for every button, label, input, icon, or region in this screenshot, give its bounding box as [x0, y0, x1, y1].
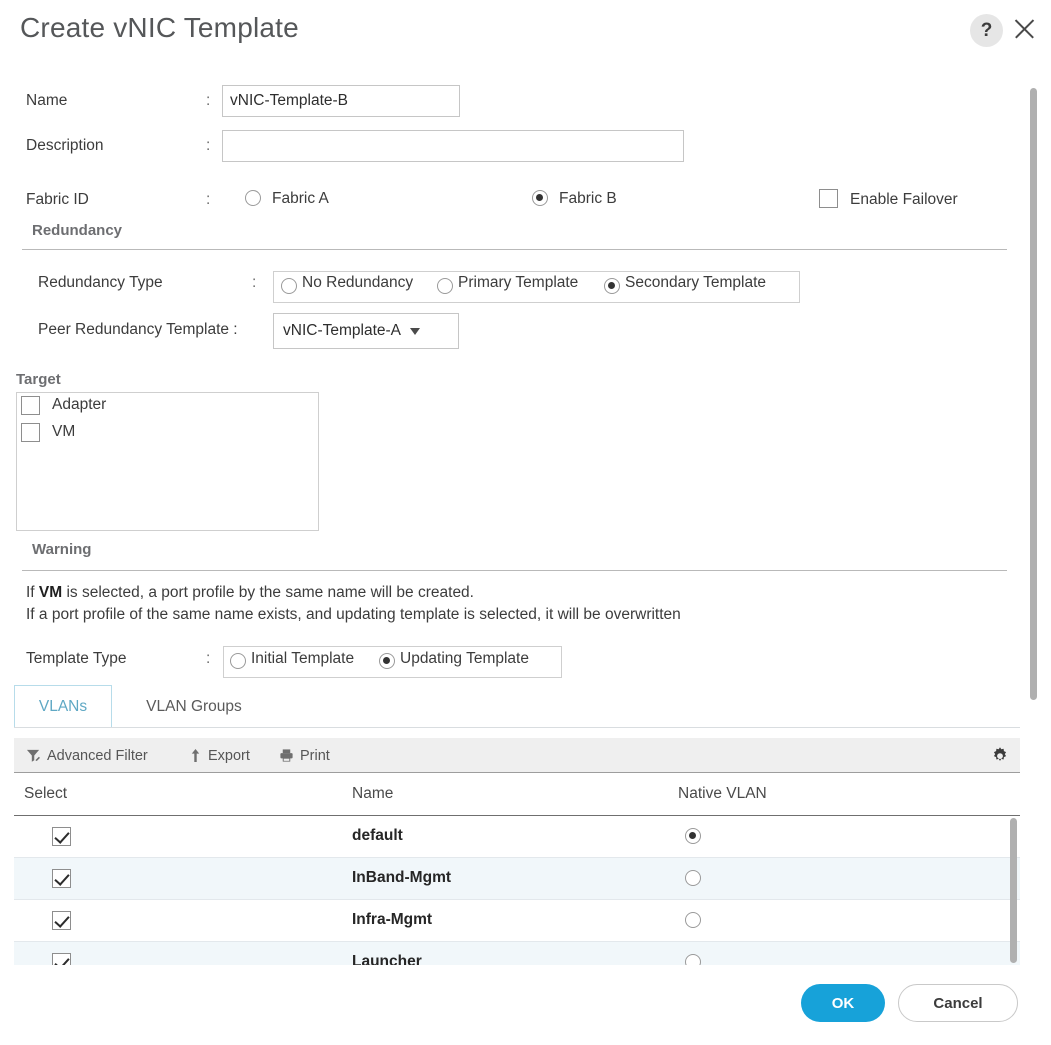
- row-name: default: [352, 827, 403, 844]
- target-section-title: Target: [16, 371, 61, 388]
- radio-fabric-a[interactable]: [245, 190, 261, 206]
- page-title: Create vNIC Template: [20, 12, 299, 43]
- advanced-filter-label: Advanced Filter: [47, 747, 148, 764]
- close-icon[interactable]: [1009, 14, 1039, 44]
- fabric-id-label: Fabric ID: [26, 191, 89, 208]
- peer-redundancy-template-label: Peer Redundancy Template :: [38, 321, 238, 338]
- filter-icon: [26, 749, 40, 762]
- radio-fabric-b-label: Fabric B: [559, 190, 617, 207]
- table-header: Select Name Native VLAN: [14, 774, 1020, 816]
- row-select-checkbox[interactable]: [52, 827, 71, 846]
- radio-secondary-template-label: Secondary Template: [625, 274, 767, 291]
- peer-redundancy-template-value: vNIC-Template-A: [283, 322, 401, 339]
- name-colon: :: [206, 92, 211, 109]
- vlan-table-body: default InBand-Mgmt Infra-Mgmt Launcher: [14, 816, 1020, 965]
- enable-failover-label: Enable Failover: [850, 191, 958, 208]
- template-type-label: Template Type: [26, 650, 127, 667]
- export-label: Export: [208, 747, 250, 764]
- printer-icon: [280, 749, 293, 762]
- row-name: Infra-Mgmt: [352, 911, 433, 928]
- print-label: Print: [300, 747, 330, 764]
- create-vnic-template-dialog: Create vNIC Template ? Name : Descriptio…: [0, 0, 1051, 1045]
- name-label: Name: [26, 92, 68, 109]
- description-input[interactable]: [222, 130, 684, 162]
- table-row[interactable]: Launcher: [14, 942, 1020, 965]
- redundancy-type-label: Redundancy Type: [38, 274, 163, 291]
- row-native-vlan-radio[interactable]: [685, 828, 701, 844]
- warning-line-1-bold: VM: [38, 584, 63, 601]
- column-header-select: Select: [24, 785, 68, 802]
- checkbox-target-vm[interactable]: [21, 423, 40, 442]
- dialog-titlebar: Create vNIC Template ?: [0, 0, 1051, 64]
- target-adapter-label: Adapter: [52, 396, 107, 413]
- radio-updating-template-label: Updating Template: [400, 650, 529, 667]
- row-native-vlan-radio[interactable]: [685, 912, 701, 928]
- cancel-button[interactable]: Cancel: [898, 984, 1018, 1022]
- tab-vlan-groups[interactable]: VLAN Groups: [124, 685, 264, 728]
- export-icon: [191, 749, 200, 762]
- warning-line-1-pre: If: [26, 584, 39, 601]
- radio-secondary-template[interactable]: [604, 278, 620, 294]
- warning-line-1: If VM is selected, a port profile by the…: [26, 584, 474, 602]
- fabric-id-colon: :: [206, 191, 211, 208]
- row-select-checkbox[interactable]: [52, 953, 71, 965]
- dialog-footer: OK Cancel: [0, 965, 1051, 1045]
- checkbox-enable-failover[interactable]: [819, 189, 838, 208]
- radio-no-redundancy[interactable]: [281, 278, 297, 294]
- radio-updating-template[interactable]: [379, 653, 395, 669]
- radio-fabric-b[interactable]: [532, 190, 548, 206]
- target-vm-label: VM: [52, 423, 76, 440]
- row-native-vlan-radio[interactable]: [685, 870, 701, 886]
- column-header-native-vlan: Native VLAN: [678, 785, 767, 802]
- warning-section-title: Warning: [32, 541, 92, 558]
- row-native-vlan-radio[interactable]: [685, 954, 701, 965]
- tab-vlans[interactable]: VLANs: [14, 685, 112, 728]
- row-name: InBand-Mgmt: [352, 869, 452, 886]
- description-label: Description: [26, 137, 104, 154]
- tabs-divider: [14, 727, 1020, 728]
- redundancy-section-title: Redundancy: [32, 222, 123, 239]
- name-input[interactable]: [222, 85, 460, 117]
- chevron-down-icon: [410, 327, 420, 335]
- gear-glyph: [993, 747, 1007, 761]
- redundancy-type-colon: :: [252, 274, 257, 291]
- print-button[interactable]: Print: [279, 738, 330, 773]
- radio-primary-template-label: Primary Template: [458, 274, 579, 291]
- radio-initial-template-label: Initial Template: [251, 650, 355, 667]
- radio-primary-template[interactable]: [437, 278, 453, 294]
- table-row[interactable]: Infra-Mgmt: [14, 900, 1020, 942]
- advanced-filter-button[interactable]: Advanced Filter: [26, 738, 148, 773]
- redundancy-divider: [22, 249, 1007, 250]
- ok-button[interactable]: OK: [801, 984, 885, 1022]
- table-scrollbar[interactable]: [1010, 818, 1017, 963]
- gear-icon[interactable]: [990, 746, 1010, 771]
- dialog-scrollbar[interactable]: [1030, 88, 1037, 700]
- table-row[interactable]: default: [14, 816, 1020, 858]
- column-header-name: Name: [352, 785, 394, 802]
- help-icon[interactable]: ?: [970, 14, 1003, 47]
- warning-divider: [22, 570, 1007, 571]
- row-select-checkbox[interactable]: [52, 911, 71, 930]
- row-name: Launcher: [352, 953, 422, 965]
- table-row[interactable]: InBand-Mgmt: [14, 858, 1020, 900]
- table-toolbar: Advanced Filter Export Print: [14, 738, 1020, 773]
- template-type-colon: :: [206, 650, 211, 667]
- row-select-checkbox[interactable]: [52, 869, 71, 888]
- radio-initial-template[interactable]: [230, 653, 246, 669]
- radio-no-redundancy-label: No Redundancy: [302, 274, 414, 291]
- peer-redundancy-template-select[interactable]: vNIC-Template-A: [273, 313, 459, 349]
- warning-line-2: If a port profile of the same name exist…: [26, 606, 681, 623]
- description-colon: :: [206, 137, 211, 154]
- checkbox-target-adapter[interactable]: [21, 396, 40, 415]
- export-button[interactable]: Export: [189, 738, 250, 773]
- warning-line-1-post: is selected, a port profile by the same …: [62, 584, 474, 601]
- radio-fabric-a-label: Fabric A: [272, 190, 329, 207]
